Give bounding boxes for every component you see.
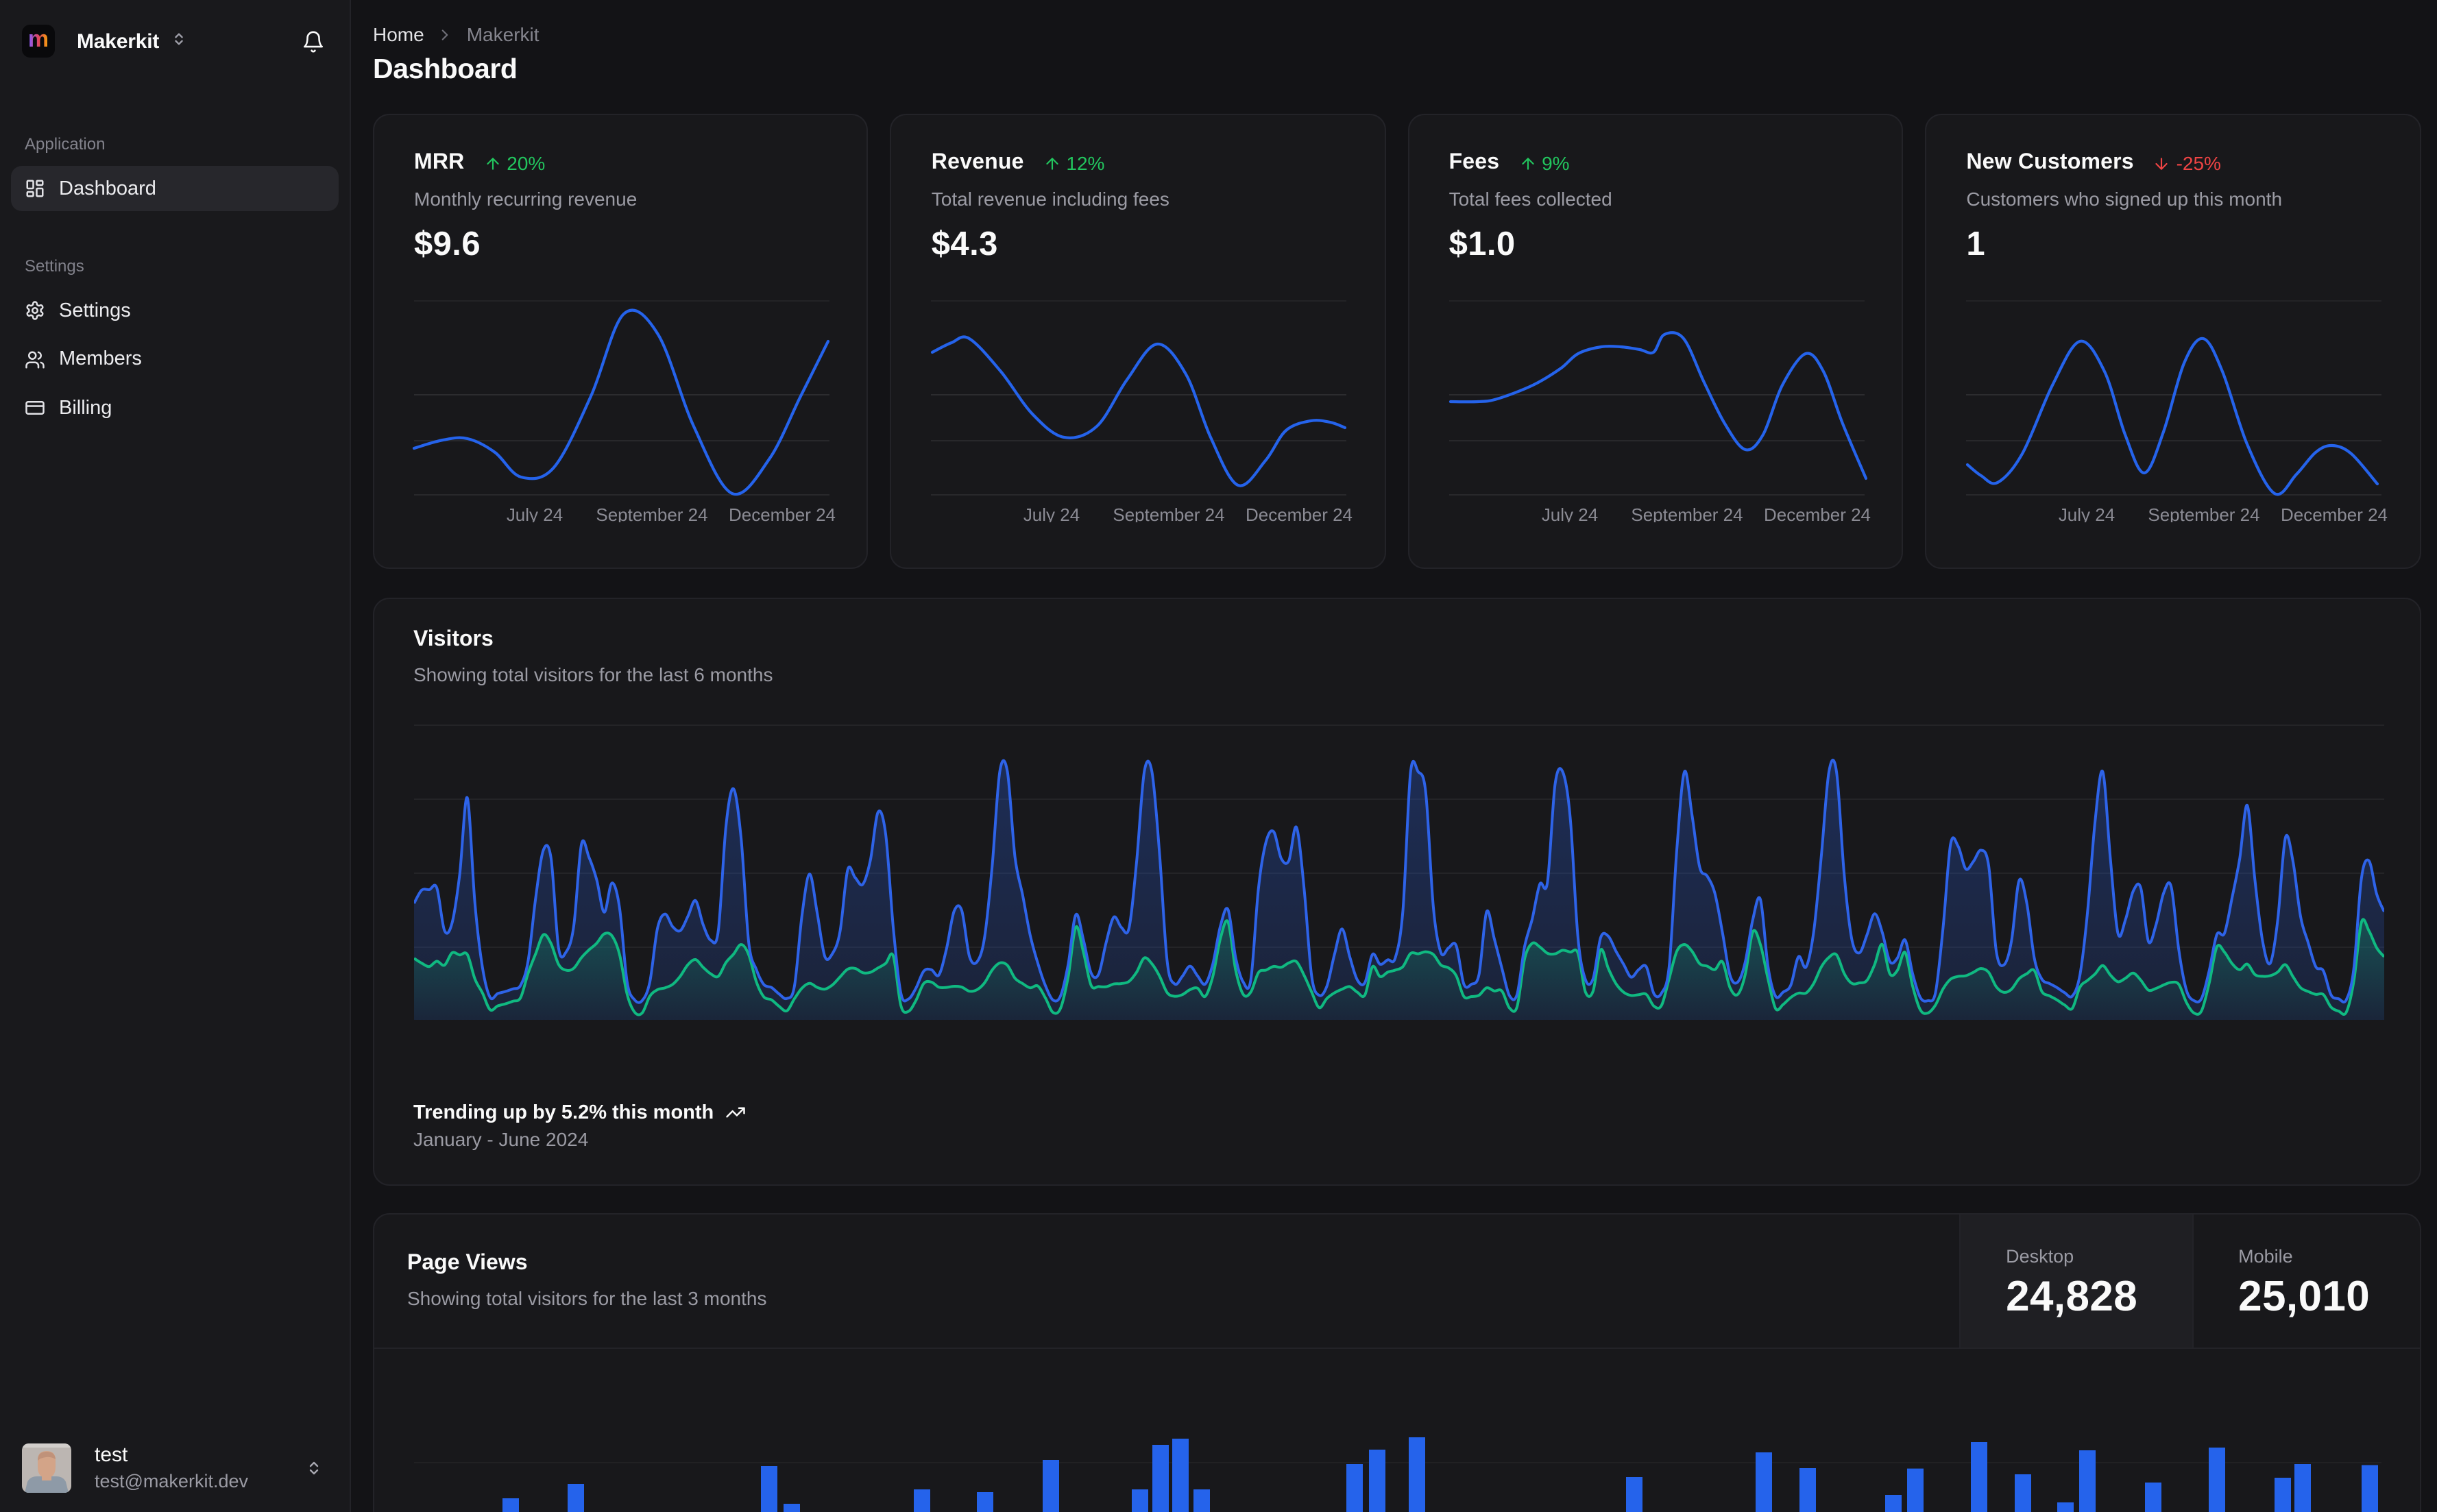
svg-text:July 24: July 24 bbox=[507, 504, 563, 522]
svg-text:December 24: December 24 bbox=[2281, 504, 2388, 522]
svg-text:July 24: July 24 bbox=[1024, 504, 1080, 522]
svg-text:December 24: December 24 bbox=[1764, 504, 1871, 522]
svg-text:July 24: July 24 bbox=[1541, 504, 1597, 522]
svg-text:July 24: July 24 bbox=[2059, 504, 2115, 522]
svg-text:September 24: September 24 bbox=[1631, 504, 1743, 522]
svg-text:September 24: September 24 bbox=[596, 504, 707, 522]
svg-text:September 24: September 24 bbox=[1113, 504, 1225, 522]
svg-text:September 24: September 24 bbox=[2148, 504, 2260, 522]
svg-text:December 24: December 24 bbox=[729, 504, 836, 522]
svg-text:December 24: December 24 bbox=[1246, 504, 1353, 522]
